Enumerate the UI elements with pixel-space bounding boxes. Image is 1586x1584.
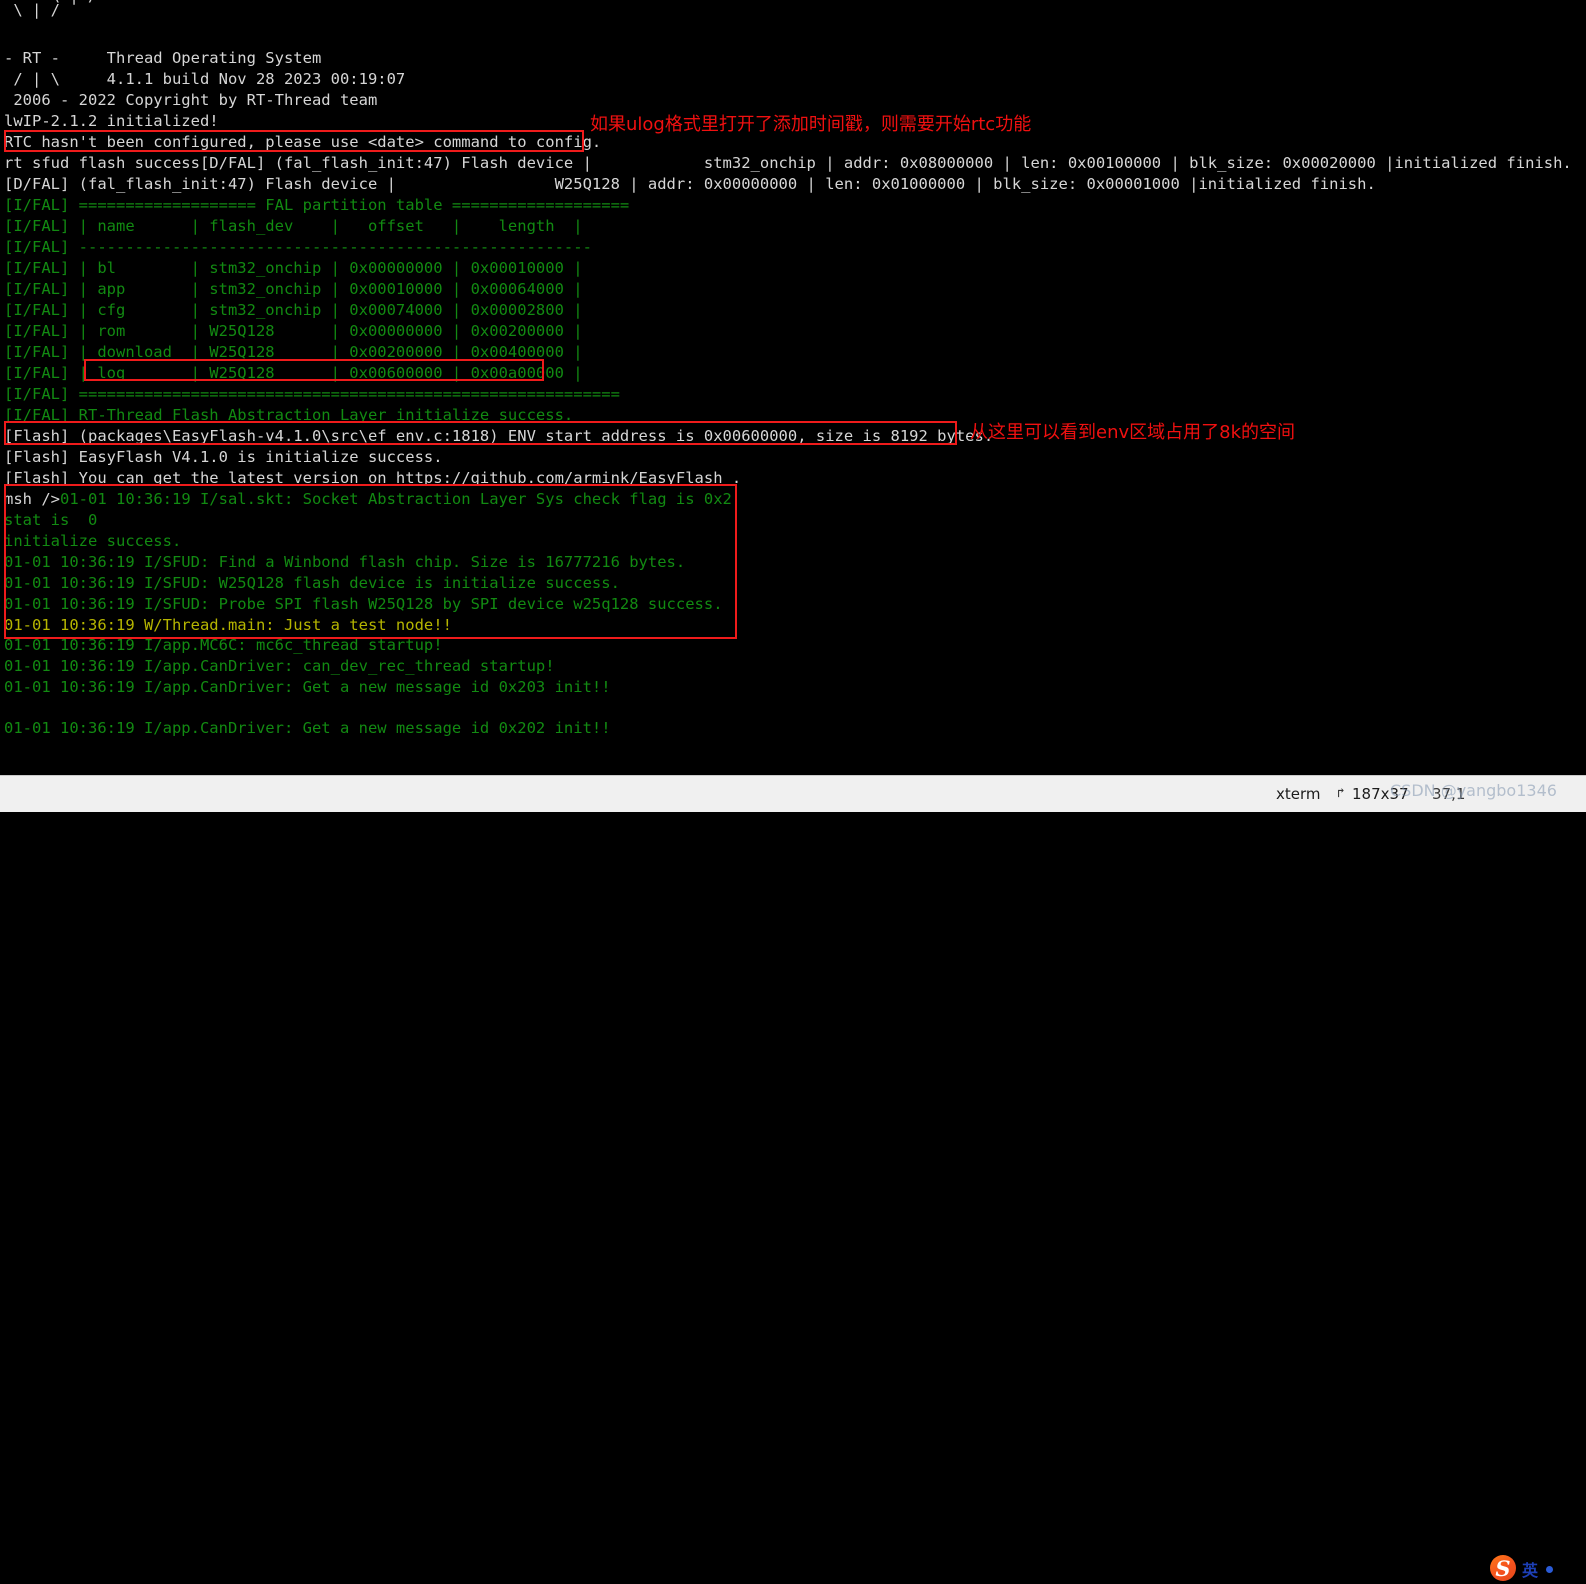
terminal-line: initialize success. — [4, 531, 181, 552]
terminal-text-segment: lwIP-2.1.2 initialized! — [4, 112, 219, 130]
terminal-text-segment: 01-01 10:36:19 I/app.CanDriver: Get a ne… — [4, 719, 611, 737]
terminal-text-segment: / | \ 4.1.1 build Nov 28 2023 00:19:07 — [4, 70, 406, 88]
cursor-position-label: 37,1 — [1432, 785, 1466, 803]
sogou-logo-icon: S — [1488, 1554, 1518, 1584]
terminal-line: 01-01 10:36:19 I/app.CanDriver: can_dev_… — [4, 656, 555, 677]
terminal-text-segment: [I/FAL] RT-Thread Flash Abstraction Laye… — [4, 406, 574, 424]
terminal-text-segment: [I/FAL] | bl | stm32_onchip | 0x00000000… — [4, 259, 583, 277]
terminal-text-segment: [I/FAL] | rom | W25Q128 | 0x00000000 | 0… — [4, 322, 583, 340]
terminal-line: 01-01 10:36:19 I/SFUD: W25Q128 flash dev… — [4, 573, 620, 594]
terminal-text-segment: \ | / — [4, 1, 60, 19]
terminal-line: [I/FAL] | rom | W25Q128 | 0x00000000 | 0… — [4, 321, 583, 342]
terminal-text-segment: RTC hasn't been configured, please use <… — [4, 133, 602, 151]
ime-status-dot — [1546, 1565, 1554, 1573]
terminal-line: [I/FAL] | app | stm32_onchip | 0x0001000… — [4, 279, 583, 300]
terminal-line: 01-01 10:36:19 I/SFUD: Probe SPI flash W… — [4, 594, 723, 615]
terminal-line: \ | / — [4, 0, 60, 21]
terminal-line: / | \ 4.1.1 build Nov 28 2023 00:19:07 — [4, 69, 405, 90]
terminal-line: [I/FAL] | cfg | stm32_onchip | 0x0007400… — [4, 300, 583, 321]
terminal-text-segment: [I/FAL] | cfg | stm32_onchip | 0x0007400… — [4, 301, 583, 319]
terminal-line: msh />01-01 10:36:19 I/sal.skt: Socket A… — [4, 489, 732, 510]
terminal-text-segment: [I/FAL] | log | W25Q128 | 0x00600000 | 0… — [4, 364, 583, 382]
terminal-text-segment: 01-01 10:36:19 I/SFUD: W25Q128 flash dev… — [4, 574, 620, 592]
terminal-line: [I/FAL] | bl | stm32_onchip | 0x00000000… — [4, 258, 583, 279]
terminal-text-segment: [I/FAL] | name | flash_dev | offset | le… — [4, 217, 583, 235]
terminal-text-segment: [D/FAL] (fal_flash_init:47) Flash device… — [4, 175, 1376, 193]
terminal-text-segment: 01-01 10:36:19 I/app.CanDriver: Get a ne… — [4, 678, 611, 696]
terminal-text-segment: stat is 0 — [4, 511, 98, 529]
terminal-line: [I/FAL] --------------------------------… — [4, 237, 592, 258]
terminal-line: 01-01 10:36:19 I/app.CanDriver: Get a ne… — [4, 718, 611, 739]
terminal-text-segment: [I/FAL] ================================… — [4, 385, 620, 403]
terminal-text-segment: [I/FAL] | app | stm32_onchip | 0x0001000… — [4, 280, 583, 298]
terminal-line: [I/FAL] | name | flash_dev | offset | le… — [4, 216, 583, 237]
terminal-text-segment: [I/FAL] | download | W25Q128 | 0x0020000… — [4, 343, 583, 361]
terminal-text-segment: initialize success. — [4, 532, 182, 550]
terminal-line: 01-01 10:36:19 W/Thread.main: Just a tes… — [4, 615, 452, 636]
terminal-text-segment: rt sfud flash success[D/FAL] (fal_flash_… — [4, 154, 1572, 172]
terminal-text-segment: [Flash] You can get the latest version o… — [4, 469, 742, 487]
terminal-line: [I/FAL] | log | W25Q128 | 0x00600000 | 0… — [4, 363, 583, 384]
terminal-line: [I/FAL] RT-Thread Flash Abstraction Laye… — [4, 405, 573, 426]
terminal-line: [I/FAL] | download | W25Q128 | 0x0020000… — [4, 342, 583, 363]
terminal-line: [Flash] EasyFlash V4.1.0 is initialize s… — [4, 447, 443, 468]
terminal-line: [Flash] You can get the latest version o… — [4, 468, 741, 489]
ime-indicator[interactable]: S 英 — [1488, 1555, 1580, 1583]
terminal-text-segment: [I/FAL] --------------------------------… — [4, 238, 592, 256]
terminal-text-segment: [Flash] (packages\EasyFlash-v4.1.0\src\e… — [4, 427, 994, 445]
terminal-line: rt sfud flash success[D/FAL] (fal_flash_… — [4, 153, 1572, 174]
terminal-text-segment: 01-01 10:36:19 W/Thread.main: Just a tes… — [4, 616, 452, 634]
rtc-note: 如果ulog格式里打开了添加时间戳，则需要开始rtc功能 — [590, 114, 1032, 135]
terminal-text-segment: msh /> — [4, 490, 60, 508]
status-bar: xterm ↱ 187x37 37,1 S 英 — [0, 775, 1586, 1581]
terminal-text-segment: 01-01 10:36:19 I/app.MC6C: mc6c_thread s… — [4, 636, 443, 654]
terminal-text-segment: [Flash] EasyFlash V4.1.0 is initialize s… — [4, 448, 443, 466]
terminal-line: [I/FAL] ================================… — [4, 384, 620, 405]
terminal-line: RTC hasn't been configured, please use <… — [4, 132, 601, 153]
terminal-name-label: xterm — [1276, 785, 1321, 803]
env-note: 从这里可以看到env区域占用了8k的空间 — [970, 422, 1296, 443]
terminal-line: 01-01 10:36:19 I/SFUD: Find a Winbond fl… — [4, 552, 685, 573]
terminal-size-label: 187x37 — [1352, 785, 1409, 803]
ime-language-label[interactable]: 英 — [1522, 1557, 1538, 1581]
terminal-line: [I/FAL] =================== FAL partitio… — [4, 195, 629, 216]
terminal-text-segment: 2006 - 2022 Copyright by RT-Thread team — [4, 91, 378, 109]
terminal-line: stat is 0 — [4, 510, 97, 531]
terminal-text-segment: 01-01 10:36:19 I/SFUD: Find a Winbond fl… — [4, 553, 686, 571]
terminal-line: 01-01 10:36:19 I/app.MC6C: mc6c_thread s… — [4, 635, 443, 656]
screen-root: \ | / \ | /- RT - Thread Operating Syste… — [0, 0, 1586, 1581]
terminal-text-segment: 01-01 10:36:19 I/SFUD: Probe SPI flash W… — [4, 595, 723, 613]
terminal-line: lwIP-2.1.2 initialized! — [4, 111, 219, 132]
sogou-logo-glyph: S — [1495, 1556, 1511, 1581]
resize-icon: ↱ — [1337, 786, 1345, 801]
terminal-line: [Flash] (packages\EasyFlash-v4.1.0\src\e… — [4, 426, 993, 447]
terminal-line: 01-01 10:36:19 I/app.CanDriver: Get a ne… — [4, 677, 611, 698]
terminal-text-segment: 01-01 10:36:19 I/sal.skt: Socket Abstrac… — [60, 490, 732, 508]
terminal-text-segment: [I/FAL] =================== FAL partitio… — [4, 196, 630, 214]
terminal-text-segment: - RT - Thread Operating System — [4, 49, 322, 67]
terminal-line: 2006 - 2022 Copyright by RT-Thread team — [4, 90, 377, 111]
terminal-text-segment: 01-01 10:36:19 I/app.CanDriver: can_dev_… — [4, 657, 555, 675]
terminal-line: - RT - Thread Operating System — [4, 48, 321, 69]
terminal-line: [D/FAL] (fal_flash_init:47) Flash device… — [4, 174, 1376, 195]
